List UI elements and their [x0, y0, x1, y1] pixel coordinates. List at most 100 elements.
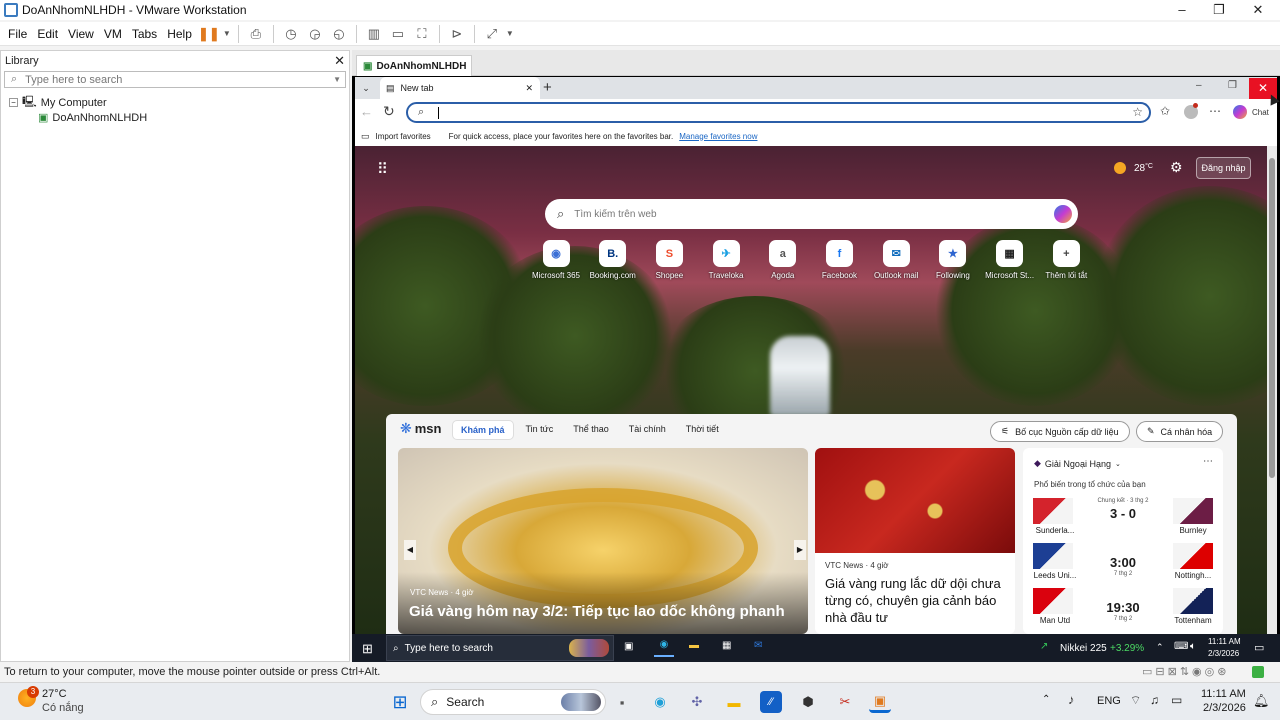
guest-clock-time[interactable]: 11:11 AM — [1208, 637, 1241, 646]
vm-tab[interactable]: ▣ DoAnNhomNLHDH — [356, 55, 472, 77]
shortcut-tile[interactable]: B. Booking.com — [585, 240, 641, 280]
web-search-box[interactable]: ⌕ Tìm kiếm trên web — [545, 199, 1078, 229]
host-clock-date[interactable]: 2/3/2026 — [1203, 702, 1246, 714]
copilot-icon[interactable] — [1233, 105, 1247, 119]
close-tab-icon[interactable]: ✕ — [525, 83, 533, 94]
console-view-icon[interactable]: ⊳ — [446, 24, 468, 44]
device-status-icons[interactable]: ▭⊟⊠⇅◉◎⊛ — [1142, 665, 1229, 678]
minimize-button[interactable]: – — [1162, 0, 1202, 20]
import-favorites-link[interactable]: Import favorites — [376, 132, 431, 141]
host-search-box[interactable]: ⌕ Search — [420, 689, 606, 715]
favorite-star-icon[interactable]: ☆ — [1132, 105, 1143, 119]
guest-clock-date[interactable]: 2/3/2026 — [1208, 649, 1239, 658]
language-indicator[interactable]: ENG — [1097, 695, 1121, 707]
address-bar[interactable]: ⌕ ☆ — [406, 102, 1151, 123]
shortcut-tile[interactable]: + Thêm lối tắt — [1038, 240, 1094, 280]
shortcut-tile[interactable]: a Agoda — [755, 240, 811, 280]
back-icon[interactable]: ← — [360, 104, 373, 119]
match-row[interactable]: Sunderla... 3 - 0 Chung kết · 3 thg 2 Burnl… — [1033, 498, 1213, 538]
main-story-headline[interactable]: Giá vàng hôm nay 3/2: Tiếp tục lao dốc k… — [409, 603, 785, 620]
shortcut-tile[interactable]: ✉ Outlook mail — [868, 240, 924, 280]
thumbnail-bar-icon[interactable]: ▭ — [387, 24, 409, 44]
menu-view[interactable]: View — [63, 27, 99, 41]
feed-layout-button[interactable]: ⚟ Bố cục Nguồn cấp dữ liệu — [990, 421, 1130, 442]
more-icon[interactable]: ⋯ — [1209, 104, 1221, 118]
shortcut-tile[interactable]: ◉ Microsoft 365 — [528, 240, 584, 280]
library-search-input[interactable]: ⌕ Type here to search ▼ — [4, 71, 346, 88]
host-weather-temp[interactable]: 27°C — [42, 688, 67, 700]
guest-search-box[interactable]: ⌕ Type here to search — [386, 635, 614, 661]
file-explorer-icon[interactable]: ▬ — [723, 691, 745, 713]
tab-actions-icon[interactable]: ⌄ — [358, 80, 374, 96]
cube-app-icon[interactable]: ⬢ — [797, 691, 819, 713]
nav-sports[interactable]: Thể thao — [565, 420, 617, 440]
edge-restore-button[interactable]: ❐ — [1228, 80, 1237, 91]
stretch-guest-icon[interactable]: ⤢ — [481, 24, 503, 44]
tray-chevron-icon[interactable]: ⌃ — [1042, 694, 1050, 705]
menu-edit[interactable]: Edit — [32, 27, 63, 41]
edge-minimize-button[interactable]: – — [1196, 80, 1202, 91]
notification-bell-icon[interactable]: 🔔︎ — [1253, 693, 1270, 709]
tree-vm-item[interactable]: ▣ DoAnNhomNLHDH — [38, 110, 349, 125]
snapshot-icon[interactable]: ◷ — [280, 24, 302, 44]
file-explorer-icon[interactable]: ▬ — [689, 640, 699, 651]
vscode-style-app-icon[interactable]: ⁄⁄ — [760, 691, 782, 713]
side-story-headline[interactable]: Giá vàng rung lắc dữ dội chưa từng có, c… — [815, 570, 1015, 626]
task-view-icon[interactable]: ▪ — [611, 691, 633, 713]
refresh-icon[interactable]: ↻ — [383, 103, 395, 120]
show-library-icon[interactable]: ▥ — [363, 24, 385, 44]
library-close-icon[interactable]: ✕ — [334, 53, 345, 69]
teams-icon[interactable]: ✣ — [686, 691, 708, 713]
tray-chevron-icon[interactable]: ⌃ — [1156, 642, 1164, 653]
edge-tab-new[interactable]: ▤ New tab ✕ — [380, 77, 540, 99]
league-selector[interactable]: ◆ Giải Ngoại Hạng ⌄ — [1034, 458, 1121, 469]
nav-finance[interactable]: Tài chính — [621, 420, 674, 440]
nav-news[interactable]: Tin tức — [518, 420, 562, 440]
msn-logo[interactable]: ❋ msn — [400, 420, 441, 437]
mail-icon[interactable]: ✉ — [754, 640, 762, 651]
match-row[interactable]: Leeds Uni... 3:00 7 thg 2 Nottingh... — [1033, 543, 1213, 583]
wifi-icon[interactable]: ⌔ — [1130, 693, 1141, 708]
vmware-taskbar-icon[interactable]: ▣ — [869, 691, 891, 713]
new-tab-button[interactable]: + — [543, 79, 552, 96]
revert-snapshot-icon[interactable]: ◶ — [304, 24, 326, 44]
collapse-icon[interactable]: − — [9, 98, 18, 107]
host-clock-time[interactable]: 11:11 AM — [1201, 688, 1246, 700]
windows-start-icon[interactable]: ⊞ — [389, 691, 411, 713]
main-story-card[interactable]: ◀ ▶ VTC News · 4 giờ Giá vàng hôm nay 3/… — [398, 448, 808, 634]
full-screen-icon[interactable]: ⛶ — [411, 24, 433, 44]
copilot-search-icon[interactable] — [1054, 205, 1072, 223]
manage-favorites-link[interactable]: Manage favorites now — [679, 132, 757, 141]
tree-my-computer[interactable]: − 🖳 My Computer — [9, 95, 349, 110]
scrollbar-thumb[interactable] — [1269, 158, 1275, 478]
side-story-card[interactable]: VTC News · 4 giờ Giá vàng rung lắc dữ dộ… — [815, 448, 1015, 634]
network-icon[interactable]: ⌨ — [1174, 641, 1188, 652]
close-button[interactable]: ✕ — [1238, 0, 1278, 20]
shortcut-tile[interactable]: f Facebook — [812, 240, 868, 280]
pause-dropdown-icon[interactable]: ▼ — [222, 24, 232, 44]
next-arrow-icon[interactable]: ▶ — [794, 540, 806, 560]
favorites-icon[interactable]: ✩ — [1160, 104, 1170, 118]
shortcut-tile[interactable]: ▦ Microsoft St... — [982, 240, 1038, 280]
task-view-icon[interactable]: ▣ — [624, 641, 633, 652]
edge-taskbar-icon[interactable]: ◉ — [654, 639, 674, 657]
stock-name[interactable]: Nikkei 225 — [1060, 643, 1107, 654]
chat-label[interactable]: Chat — [1252, 108, 1269, 117]
match-row[interactable]: Man Utd 19:30 7 thg 2 Tottenham — [1033, 588, 1213, 628]
nav-explore[interactable]: Khám phá — [452, 420, 514, 440]
battery-icon[interactable]: ▭ — [1171, 693, 1182, 707]
store-icon[interactable]: ▦ — [722, 640, 731, 651]
shortcut-tile[interactable]: ✈ Traveloka — [698, 240, 754, 280]
menu-vm[interactable]: VM — [99, 27, 127, 41]
microphone-icon[interactable]: ♪ — [1068, 692, 1075, 707]
windows-start-icon[interactable]: ⊞ — [362, 641, 373, 657]
shortcut-tile[interactable]: ★ Following — [925, 240, 981, 280]
prev-arrow-icon[interactable]: ◀ — [404, 540, 416, 560]
apps-grid-icon[interactable]: ⠿ — [377, 160, 388, 178]
page-scrollbar[interactable] — [1267, 146, 1277, 634]
settings-gear-icon[interactable]: ⚙ — [1170, 159, 1183, 176]
sports-more-icon[interactable]: ⋯ — [1203, 456, 1213, 467]
maximize-button[interactable]: ❐ — [1199, 0, 1239, 20]
snapshot-manager-icon[interactable]: ◵ — [328, 24, 350, 44]
nav-weather[interactable]: Thời tiết — [678, 420, 727, 440]
